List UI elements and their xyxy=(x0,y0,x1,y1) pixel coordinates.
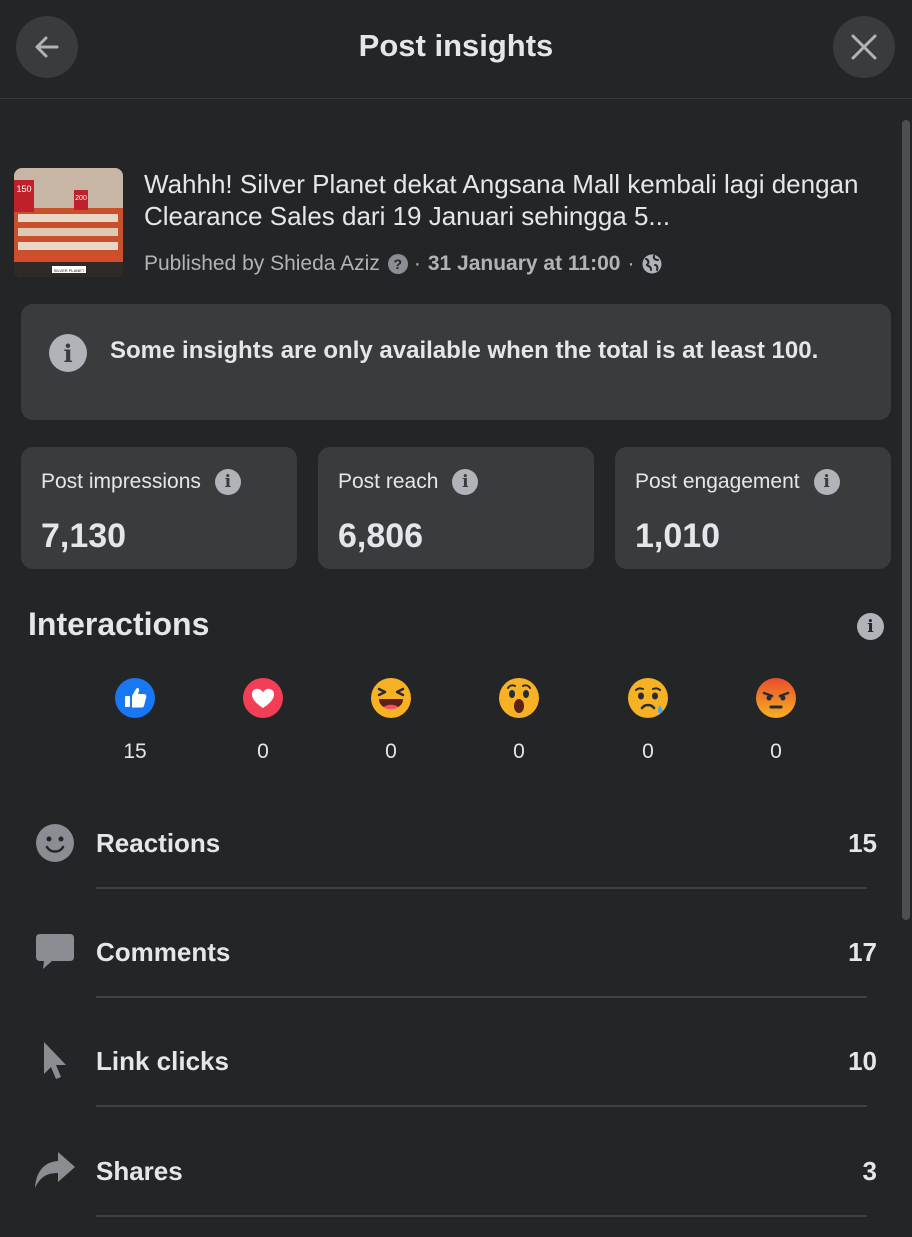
metric-label: Shares xyxy=(96,1156,183,1186)
stat-card-impressions[interactable]: Post impressions i 7,130 xyxy=(21,447,297,569)
reaction-count: 15 xyxy=(123,740,147,763)
love-icon xyxy=(243,678,283,718)
stat-value: 7,130 xyxy=(41,517,127,555)
metric-value: 17 xyxy=(848,937,877,967)
reaction-count: 0 xyxy=(513,740,525,763)
metric-label: Reactions xyxy=(96,828,221,858)
metric-value: 15 xyxy=(848,828,877,858)
metric-value: 10 xyxy=(848,1046,877,1076)
comment-icon xyxy=(36,934,74,969)
info-icon[interactable]: i xyxy=(214,469,241,495)
reaction-wow[interactable]: 0 xyxy=(489,677,549,764)
published-by: Published by Shieda Aziz xyxy=(144,252,380,275)
meta-separator: · xyxy=(413,252,421,275)
info-icon[interactable]: i xyxy=(452,469,479,495)
metric-row-link-clicks[interactable]: Link clicks 10 xyxy=(0,1018,912,1127)
post-thumbnail-image: 150 200 SILVER PLANET xyxy=(14,168,123,277)
metric-row-reactions[interactable]: Reactions 15 xyxy=(0,800,912,909)
reaction-angry[interactable]: 0 xyxy=(746,677,806,764)
stat-label: Post engagement i xyxy=(635,469,840,495)
share-icon xyxy=(35,1152,75,1188)
sad-icon xyxy=(628,678,668,718)
metric-label: Link clicks xyxy=(96,1046,229,1076)
divider xyxy=(96,1105,867,1107)
post-meta: Published by Shieda Aziz ? · 31 January … xyxy=(144,252,663,276)
stat-card-reach[interactable]: Post reach i 6,806 xyxy=(318,447,594,569)
stat-value: 6,806 xyxy=(338,517,424,555)
metric-row-comments[interactable]: Comments 17 xyxy=(0,909,912,1018)
reaction-like[interactable]: 15 xyxy=(105,677,165,764)
like-icon xyxy=(115,678,155,718)
reaction-count: 0 xyxy=(770,740,782,763)
interactions-title: Interactions xyxy=(28,606,210,642)
post-thumbnail[interactable]: 150 200 SILVER PLANET xyxy=(14,168,123,277)
header: Post insights xyxy=(0,0,912,99)
divider xyxy=(96,996,867,998)
metric-row-shares[interactable]: Shares 3 xyxy=(0,1128,912,1237)
post-text[interactable]: Wahhh! Silver Planet dekat Angsana Mall … xyxy=(144,168,884,232)
help-icon[interactable]: ? xyxy=(387,254,408,274)
info-icon: i xyxy=(49,334,87,372)
metric-value: 3 xyxy=(862,1156,877,1186)
page-title: Post insights xyxy=(358,28,554,63)
notice-text: Some insights are only available when th… xyxy=(110,337,819,364)
close-icon xyxy=(851,34,877,60)
reaction-count: 0 xyxy=(257,740,269,763)
insights-notice: i Some insights are only available when … xyxy=(21,304,891,420)
thumbnail-sign-right: 200 xyxy=(75,195,87,202)
stat-label-text: Post reach xyxy=(338,470,439,493)
wow-icon xyxy=(499,678,539,718)
post-date[interactable]: 31 January at 11:00 xyxy=(428,252,621,276)
info-icon[interactable]: i xyxy=(857,613,884,640)
thumbnail-banner: SILVER PLANET xyxy=(54,268,85,273)
smiley-icon xyxy=(36,824,74,862)
stat-card-engagement[interactable]: Post engagement i 1,010 xyxy=(615,447,891,569)
stat-value: 1,010 xyxy=(635,517,721,555)
reaction-sad[interactable]: 0 xyxy=(618,677,678,764)
divider xyxy=(96,887,867,889)
angry-icon xyxy=(756,678,796,718)
meta-separator: · xyxy=(627,252,635,275)
stat-label: Post impressions i xyxy=(41,469,241,495)
thumbnail-sign-left: 150 xyxy=(16,184,31,194)
cursor-icon xyxy=(44,1042,66,1079)
haha-icon xyxy=(371,678,411,718)
close-button[interactable] xyxy=(833,16,895,78)
reaction-count: 0 xyxy=(642,740,654,763)
reaction-haha[interactable]: 0 xyxy=(361,677,421,764)
stat-label-text: Post engagement xyxy=(635,470,800,493)
reaction-love[interactable]: 0 xyxy=(233,677,293,764)
reaction-count: 0 xyxy=(385,740,397,763)
divider xyxy=(96,1215,867,1217)
info-icon[interactable]: i xyxy=(813,469,840,495)
stat-label: Post reach i xyxy=(338,469,479,495)
stat-label-text: Post impressions xyxy=(41,470,201,493)
metric-label: Comments xyxy=(96,937,231,967)
globe-icon xyxy=(642,254,662,274)
